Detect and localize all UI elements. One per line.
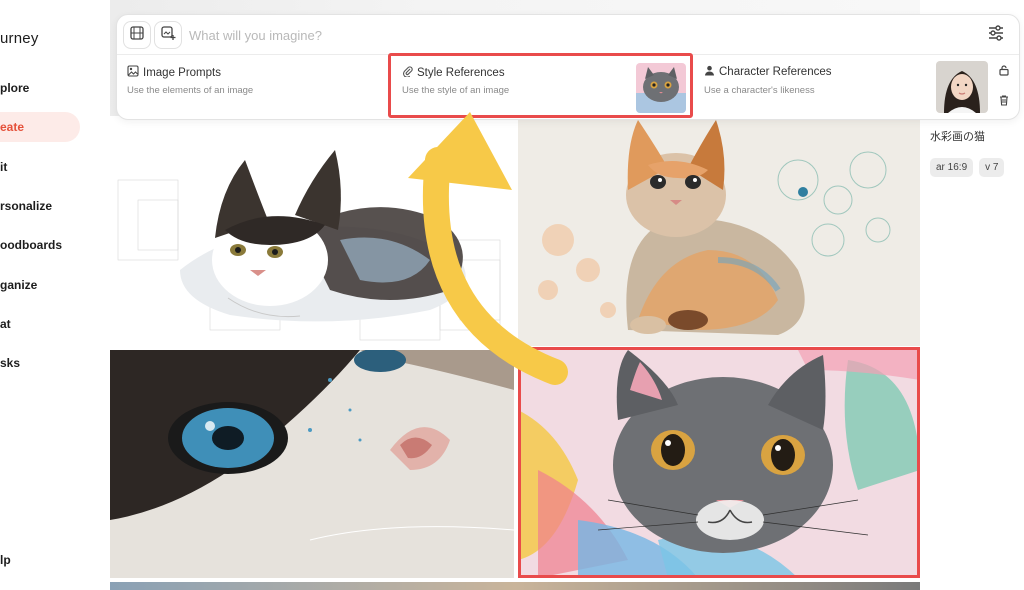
- character-references-section[interactable]: Character References Use a character's l…: [694, 55, 994, 121]
- person-icon: [704, 65, 715, 79]
- character-reference-thumbnail[interactable]: [936, 61, 988, 113]
- sidebar: urney plore eate it rsonalize oodboards …: [0, 0, 105, 590]
- reference-actions: [995, 63, 1013, 123]
- gallery-image-calico-cat-lying[interactable]: [110, 120, 514, 346]
- paperclip-icon: [402, 65, 413, 80]
- cat-eye-closeup-image: [110, 350, 514, 578]
- character-references-subtitle: Use a character's likeness: [704, 85, 815, 96]
- frame-icon: [129, 25, 145, 46]
- add-image-button[interactable]: [154, 21, 182, 49]
- trash-icon: [998, 93, 1010, 111]
- version-chip[interactable]: v 7: [979, 158, 1005, 177]
- gallery-image-cat-eye-closeup[interactable]: [110, 350, 514, 578]
- sidebar-item-help[interactable]: lp: [0, 553, 11, 567]
- image-prompts-title: Image Prompts: [143, 66, 221, 79]
- prompt-bar: [117, 15, 1019, 55]
- prompt-panel: Image Prompts Use the elements of an ima…: [116, 14, 1020, 120]
- delete-button[interactable]: [995, 93, 1013, 111]
- image-details: 水彩画の猫 ar 16:9 v 7: [930, 120, 1024, 177]
- gallery-next-row: [110, 582, 920, 590]
- unlock-button[interactable]: [995, 63, 1013, 81]
- image-icon: [127, 65, 139, 80]
- prompt-input[interactable]: [189, 23, 889, 47]
- parameter-chips: ar 16:9 v 7: [930, 158, 1024, 177]
- image-add-icon: [160, 25, 176, 46]
- app-window: urney plore eate it rsonalize oodboards …: [0, 0, 1024, 590]
- gallery-image-calico-cat-sitting[interactable]: [518, 120, 920, 346]
- image-upload-button[interactable]: [123, 21, 151, 49]
- image-prompts-subtitle: Use the elements of an image: [127, 85, 254, 96]
- settings-button[interactable]: [985, 24, 1007, 46]
- lock-icon: [998, 63, 1010, 81]
- sidebar-item-chat[interactable]: at: [0, 309, 80, 339]
- sidebar-item-organize[interactable]: ganize: [0, 270, 80, 300]
- sidebar-item-personalize[interactable]: rsonalize: [0, 191, 80, 221]
- character-references-title: Character References: [719, 66, 832, 78]
- gray-cat-watercolor-image: [518, 350, 920, 578]
- sidebar-item-create[interactable]: eate: [0, 112, 80, 142]
- image-prompts-section[interactable]: Image Prompts Use the elements of an ima…: [117, 55, 387, 121]
- style-references-title: Style References: [417, 66, 505, 79]
- calico-cat-sitting-image: [518, 120, 920, 346]
- brand-name: urney: [0, 30, 39, 47]
- gallery-image-gray-cat-watercolor[interactable]: [518, 350, 920, 578]
- style-reference-thumbnail[interactable]: [636, 63, 686, 113]
- calico-cat-lying-image: [117, 150, 501, 341]
- image-title: 水彩画の猫: [930, 131, 985, 143]
- sidebar-item-edit[interactable]: it: [0, 152, 80, 182]
- sliders-icon: [987, 24, 1005, 47]
- style-references-subtitle: Use the style of an image: [402, 85, 510, 96]
- sidebar-item-explore[interactable]: plore: [0, 73, 80, 103]
- aspect-ratio-chip[interactable]: ar 16:9: [930, 158, 974, 177]
- style-references-section[interactable]: Style References Use the style of an ima…: [392, 55, 694, 121]
- sidebar-item-moodboards[interactable]: oodboards: [0, 230, 80, 260]
- sidebar-item-tasks[interactable]: sks: [0, 348, 80, 378]
